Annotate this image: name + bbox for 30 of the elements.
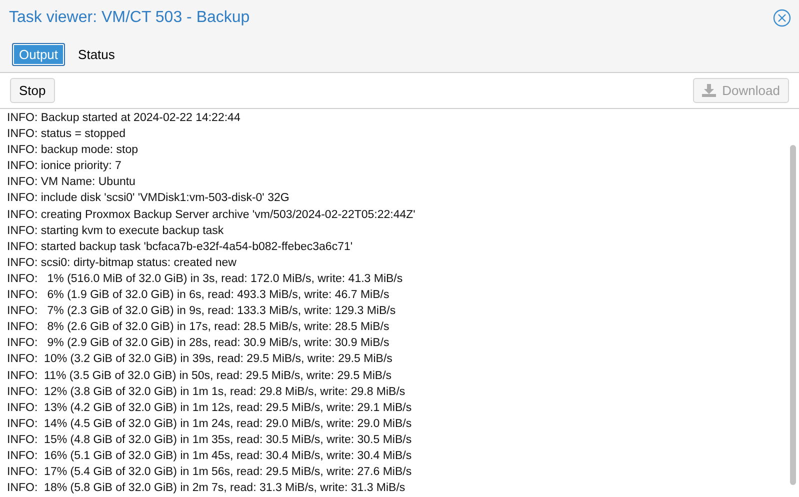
log-line: INFO: starting kvm to execute backup task — [7, 224, 225, 239]
log-line: INFO: started backup task 'bcfaca7b-e32f-4a54-b082-ffebec3a6c71' — [7, 240, 354, 255]
log-line: INFO: 17% (5.4 GiB of 32.0 GiB) in 1m 56s, read: 29.5 MiB/s, write: 27.6 MiB/s — [7, 465, 413, 480]
stop-button[interactable]: Stop — [10, 78, 55, 103]
log-line: INFO: 13% (4.2 GiB of 32.0 GiB) in 1m 12s, read: 29.5 MiB/s, write: 29.1 MiB/s — [7, 400, 413, 416]
log-line: INFO: creating Proxmox Backup Server archive 'vm/503/2024-02-22T05:22:44Z' — [7, 208, 416, 223]
log-line: INFO: 8% (2.6 GiB of 32.0 GiB) in 17s, read: 28.5 MiB/s, write: 28.5 MiB/s — [7, 320, 390, 336]
log-line: INFO: 6% (1.9 GiB of 32.0 GiB) in 6s, read: 493.3 MiB/s, write: 46.7 MiB/s — [7, 288, 390, 304]
download-icon — [702, 84, 716, 97]
log-line: INFO: 12% (3.8 GiB of 32.0 GiB) in 1m 1s, read: 29.8 MiB/s, write: 29.8 MiB/s — [7, 384, 406, 400]
log-line: INFO: backup mode: stop — [7, 143, 140, 158]
log-line: INFO: 11% (3.5 GiB of 32.0 GiB) in 50s, read: 29.5 MiB/s, write: 29.5 MiB/s — [7, 368, 393, 384]
window-title: Task viewer: VM/CT 503 - Backup — [9, 9, 250, 27]
log-line: INFO: 10% (3.2 GiB of 32.0 GiB) in 39s, read: 29.5 MiB/s, write: 29.5 MiB/s — [7, 352, 394, 368]
scrollbar-thumb[interactable] — [790, 145, 796, 485]
log-line: INFO: include disk 'scsi0' 'VMDisk1:vm-503-disk-0' 32G — [7, 191, 290, 206]
log-line: INFO: 9% (2.9 GiB of 32.0 GiB) in 28s, read: 30.9 MiB/s, write: 30.9 MiB/s — [7, 336, 390, 352]
log-line: INFO: status = stopped — [7, 127, 127, 142]
log-line: INFO: ionice priority: 7 — [7, 159, 122, 174]
log-line: INFO: scsi0: dirty-bitmap status: created new — [7, 256, 238, 271]
log-line: INFO: VM Name: Ubuntu — [7, 175, 136, 190]
close-icon[interactable] — [773, 9, 791, 27]
log-line: INFO: 15% (4.8 GiB of 32.0 GiB) in 1m 35s, read: 30.5 MiB/s, write: 30.5 MiB/s — [7, 432, 413, 448]
tab[interactable]: Status — [71, 42, 122, 66]
log-line: INFO: 1% (516.0 MiB of 32.0 GiB) in 3s, read: 172.0 MiB/s, write: 41.3 MiB/s — [7, 272, 404, 287]
log-line: INFO: Backup started at 2024-02-22 14:22:44 — [7, 111, 242, 126]
log-line: INFO: 14% (4.5 GiB of 32.0 GiB) in 1m 24s, read: 29.0 MiB/s, write: 29.0 MiB/s — [7, 416, 413, 432]
log-line: INFO: 18% (5.8 GiB of 32.0 GiB) in 2m 7s, read: 31.3 MiB/s, write: 31.3 MiB/s — [7, 481, 406, 496]
log-line: INFO: 16% (5.1 GiB of 32.0 GiB) in 1m 45s, read: 30.4 MiB/s, write: 30.4 MiB/s — [7, 448, 413, 464]
log-line: INFO: 7% (2.3 GiB of 32.0 GiB) in 9s, read: 133.3 MiB/s, write: 129.3 MiB/s — [7, 304, 397, 320]
